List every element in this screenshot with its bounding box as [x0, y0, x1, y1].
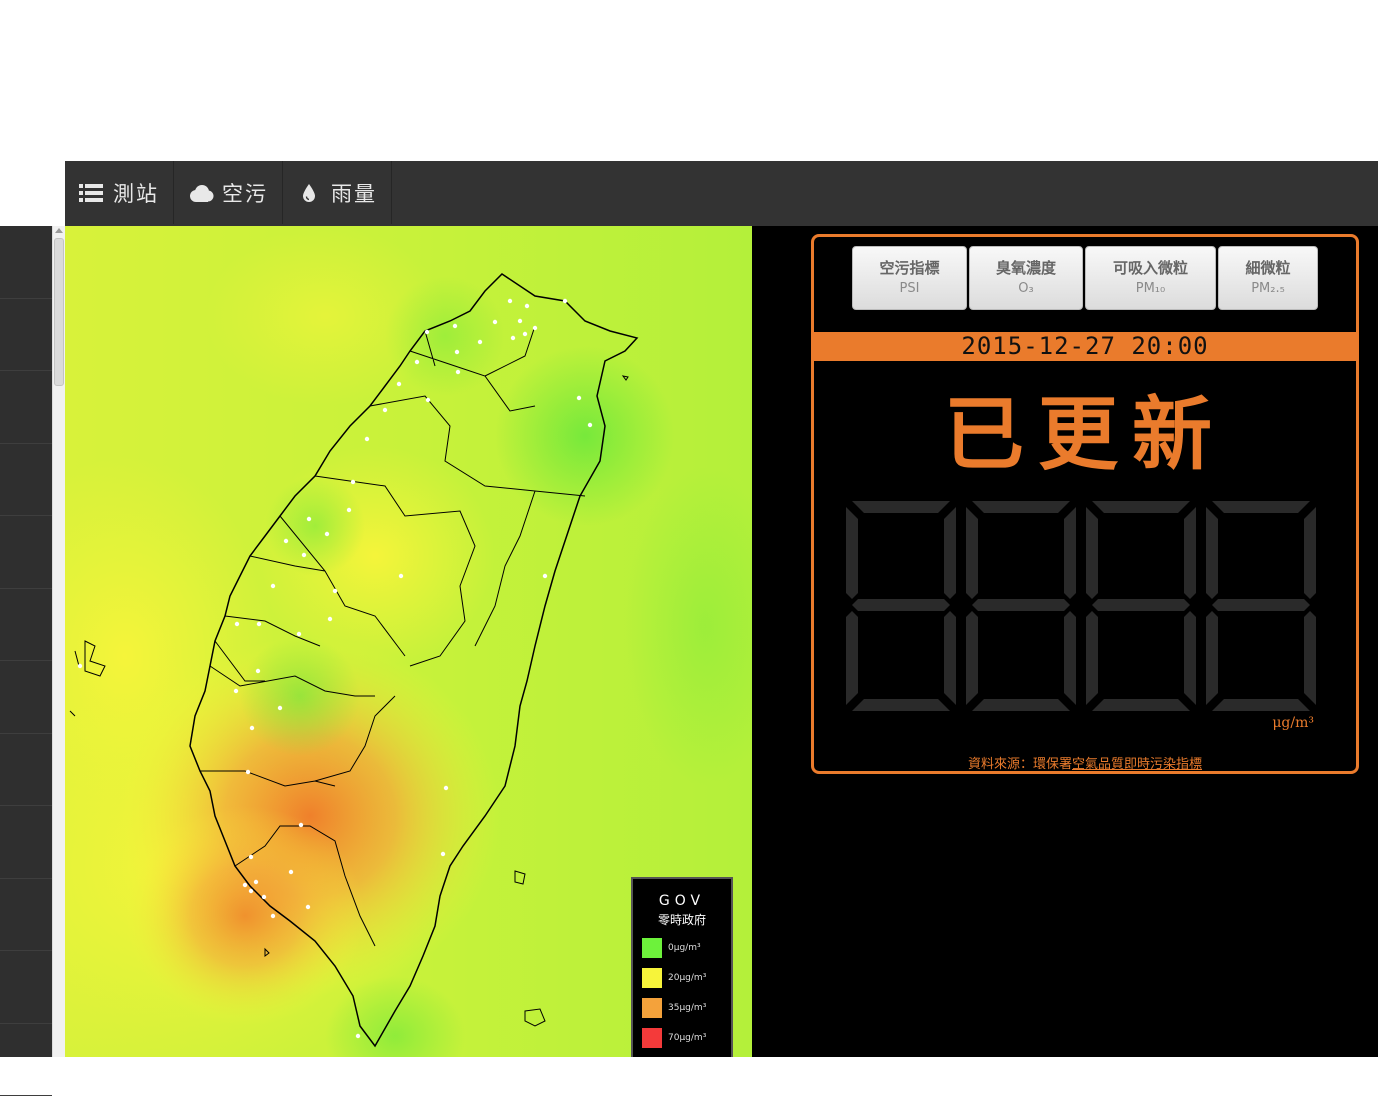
list-item[interactable] — [0, 879, 52, 952]
data-source-prefix: 資料來源：環保署 — [968, 757, 1072, 772]
map-legend: GOV 零時政府 0μg/m³ 20μg/m³ 35μg/m³ 70μg/m³ — [631, 877, 733, 1057]
nav-air-pollution[interactable]: 空污 — [174, 161, 283, 224]
list-item[interactable] — [0, 516, 52, 589]
reading-panel: 空污指標 PSI 臭氧濃度 O₃ 可吸入微粒 PM₁₀ 細微粒 PM₂.₅ 20… — [752, 226, 1378, 1057]
drop-icon — [297, 181, 321, 205]
list-item[interactable] — [0, 299, 52, 372]
tab-pm10-sub: PM₁₀ — [1086, 281, 1215, 296]
list-item[interactable] — [0, 661, 52, 734]
seven-segment-display — [846, 501, 1318, 721]
scroll-up-arrow-icon[interactable] — [55, 228, 63, 233]
tab-psi-title: 空污指標 — [853, 257, 966, 278]
list-item[interactable] — [0, 951, 52, 1024]
legend-label: 70μg/m³ — [668, 1033, 706, 1043]
station-list-sidebar — [0, 226, 52, 1057]
gov-logo-subtitle: 零時政府 — [633, 911, 731, 928]
list-item[interactable] — [0, 734, 52, 807]
pollutant-tabs: 空污指標 PSI 臭氧濃度 O₃ 可吸入微粒 PM₁₀ 細微粒 PM₂.₅ — [852, 246, 1318, 310]
data-source-link[interactable]: 空氣品質即時污染指標 — [1072, 757, 1202, 772]
tab-pm10[interactable]: 可吸入微粒 PM₁₀ — [1085, 246, 1216, 310]
tab-psi[interactable]: 空污指標 PSI — [852, 246, 967, 310]
legend-label: 20μg/m³ — [668, 973, 706, 983]
pollution-heatmap[interactable]: GOV 零時政府 0μg/m³ 20μg/m³ 35μg/m³ 70μg/m³ — [65, 226, 752, 1057]
legend-swatch — [642, 938, 662, 958]
tab-pm10-title: 可吸入微粒 — [1086, 257, 1215, 278]
tab-psi-sub: PSI — [853, 281, 966, 296]
top-navbar: 測站 空污 雨量 — [65, 161, 1378, 226]
cloud-icon — [188, 181, 212, 205]
legend-swatch — [642, 1028, 662, 1048]
nav-rainfall[interactable]: 雨量 — [283, 161, 392, 224]
list-item[interactable] — [0, 371, 52, 444]
list-icon — [79, 181, 103, 205]
sidebar-scrollbar[interactable] — [52, 226, 65, 1057]
tab-pm25-title: 細微粒 — [1219, 257, 1317, 278]
update-datetime: 2015-12-27 20:00 — [814, 332, 1356, 361]
tab-pm25-sub: PM₂.₅ — [1219, 281, 1317, 296]
legend-entry: 35μg/m³ — [642, 998, 731, 1018]
list-item[interactable] — [0, 1024, 52, 1096]
legend-label: 0μg/m³ — [668, 943, 701, 953]
tab-o3[interactable]: 臭氧濃度 O₃ — [969, 246, 1083, 310]
data-source: 資料來源：環保署空氣品質即時污染指標 — [814, 753, 1356, 772]
nav-stations[interactable]: 測站 — [65, 161, 174, 224]
list-item[interactable] — [0, 226, 52, 299]
tab-o3-title: 臭氧濃度 — [970, 257, 1082, 278]
seven-segment-digit — [966, 501, 1076, 711]
pollution-display: 空污指標 PSI 臭氧濃度 O₃ 可吸入微粒 PM₁₀ 細微粒 PM₂.₅ 20… — [811, 234, 1359, 774]
tab-o3-sub: O₃ — [970, 281, 1082, 296]
nav-stations-label: 測站 — [113, 178, 159, 208]
legend-entry: 20μg/m³ — [642, 968, 731, 988]
update-status: 已更新 — [814, 370, 1356, 486]
list-item[interactable] — [0, 806, 52, 879]
legend-swatch — [642, 998, 662, 1018]
nav-rainfall-label: 雨量 — [331, 178, 377, 208]
legend-swatch — [642, 968, 662, 988]
list-item[interactable] — [0, 589, 52, 662]
list-item[interactable] — [0, 444, 52, 517]
seven-segment-digit — [1086, 501, 1196, 711]
scroll-thumb[interactable] — [54, 238, 64, 386]
page-header-blank — [0, 0, 1378, 161]
legend-label: 35μg/m³ — [668, 1003, 706, 1013]
seven-segment-digit — [1206, 501, 1316, 711]
gov-logo: GOV — [633, 893, 731, 909]
legend-entry: 0μg/m³ — [642, 938, 731, 958]
seven-segment-digit — [846, 501, 956, 711]
nav-air-pollution-label: 空污 — [222, 178, 268, 208]
legend-entry: 70μg/m³ — [642, 1028, 731, 1048]
tab-pm25[interactable]: 細微粒 PM₂.₅ — [1218, 246, 1318, 310]
unit-label: μg/m³ — [1272, 715, 1314, 731]
